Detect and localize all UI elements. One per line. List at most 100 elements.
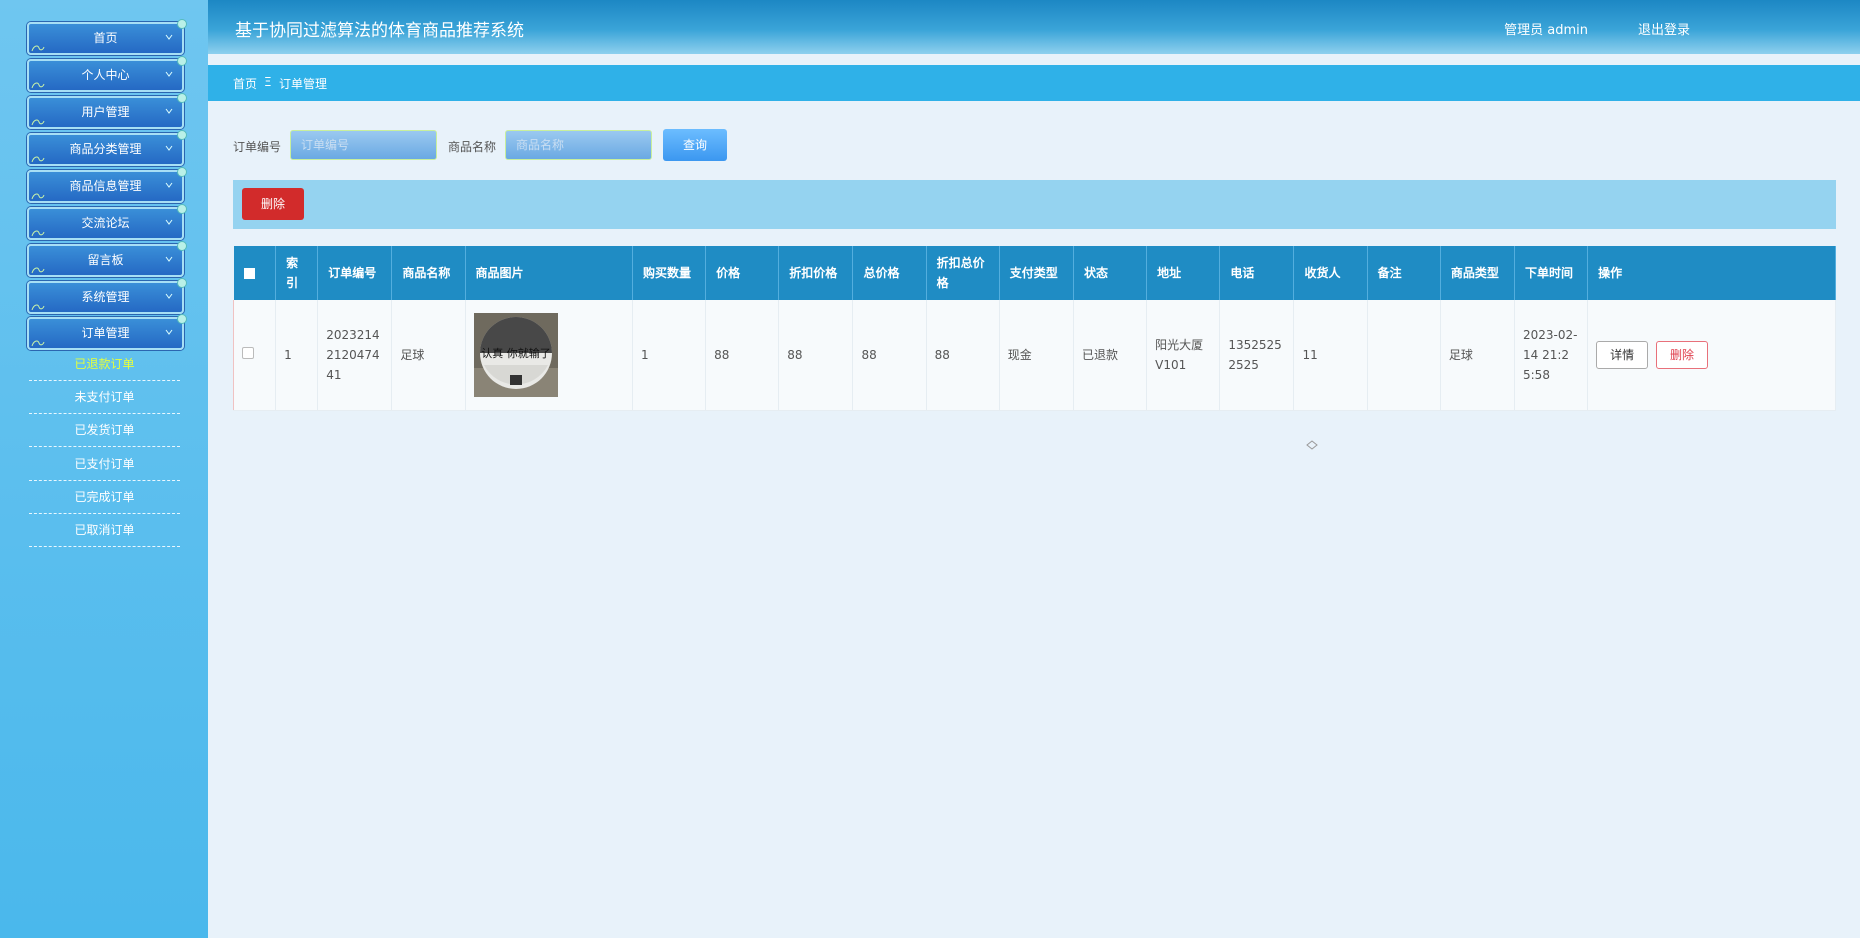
row-checkbox-cell [232, 300, 277, 411]
cell-remark [1367, 300, 1441, 411]
ornament-dot [177, 167, 187, 177]
ornament-dot [177, 241, 187, 251]
cell-category: 足球 [1440, 300, 1516, 411]
sidebar: 首页 个人中心 用户管理 商品分类管理 商品信息管理 交流论坛 留言板 系统管理… [0, 0, 208, 938]
cell-product: 足球 [391, 300, 466, 411]
checkbox-icon[interactable] [243, 268, 255, 279]
table-header-row: 索引 订单编号 商品名称 商品图片 购买数量 价格 折扣价格 总价格 折扣总价格… [233, 246, 1836, 300]
chevron-down-icon [165, 108, 173, 114]
ornament-dot [177, 314, 187, 324]
app-title: 基于协同过滤算法的体育商品推荐系统 [235, 21, 524, 41]
chevron-down-icon [165, 182, 173, 188]
cell-image: 认真 你就输了 [465, 300, 633, 411]
cell-actions: 详情 删除 [1587, 300, 1836, 411]
col-pay-type: 支付类型 [999, 246, 1074, 300]
cell-pay-type: 现金 [999, 300, 1074, 411]
chevron-down-icon [165, 256, 173, 262]
chevron-down-icon [165, 34, 173, 40]
order-number-input[interactable]: 订单编号 [290, 130, 437, 160]
col-total: 总价格 [852, 246, 927, 300]
menu-category-label: 商品分类管理 [69, 142, 142, 156]
cell-qty: 1 [632, 300, 707, 411]
cursor-icon [1306, 440, 1318, 450]
breadcrumb: 首页 Ξ 订单管理 [208, 65, 1860, 101]
submenu-completed-orders[interactable]: 已完成订单 [29, 481, 180, 514]
detail-button[interactable]: 详情 [1596, 341, 1649, 369]
menu-messages[interactable]: 留言板 [27, 241, 187, 277]
col-discount-total: 折扣总价格 [926, 246, 1000, 300]
ornament-dot [177, 278, 187, 288]
select-all-checkbox[interactable] [233, 246, 277, 300]
top-header: 基于协同过滤算法的体育商品推荐系统 管理员 admin 退出登录 [208, 0, 1860, 54]
cell-order-no: 2023214212047441 [317, 300, 393, 411]
order-number-label: 订单编号 [233, 140, 282, 154]
ornament-swirl-icon [31, 340, 45, 347]
col-receiver: 收货人 [1293, 246, 1368, 300]
cell-address: 阳光大厦V101 [1146, 300, 1221, 411]
ornament-swirl-icon [31, 82, 45, 89]
submenu-cancelled-orders[interactable]: 已取消订单 [29, 514, 180, 547]
menu-products-label: 商品信息管理 [69, 179, 142, 193]
col-remark: 备注 [1367, 246, 1441, 300]
row-checkbox[interactable] [242, 347, 254, 359]
menu-users[interactable]: 用户管理 [27, 93, 187, 129]
product-name-input[interactable]: 商品名称 [505, 130, 652, 160]
cell-phone: 13525252525 [1219, 300, 1295, 411]
col-time: 下单时间 [1514, 246, 1589, 300]
submenu-shipped-orders[interactable]: 已发货订单 [29, 414, 180, 447]
submenu-refunded-orders[interactable]: 已退款订单 [29, 348, 180, 381]
bulk-delete-button[interactable]: 删除 [242, 188, 304, 220]
menu-profile[interactable]: 个人中心 [27, 56, 187, 92]
ornament-dot [177, 204, 187, 214]
chevron-down-icon [165, 293, 173, 299]
menu-orders-label: 订单管理 [81, 326, 130, 340]
menu-users-label: 用户管理 [81, 105, 130, 119]
col-qty: 购买数量 [632, 246, 707, 300]
breadcrumb-separator: Ξ [264, 75, 272, 89]
ornament-swirl-icon [31, 267, 45, 274]
submenu-paid-orders[interactable]: 已支付订单 [29, 448, 180, 481]
admin-label: 管理员 admin [1504, 23, 1588, 38]
ornament-swirl-icon [31, 193, 45, 200]
cell-status: 已退款 [1073, 300, 1148, 411]
ornament-dot [177, 93, 187, 103]
menu-forum[interactable]: 交流论坛 [27, 204, 187, 240]
chevron-down-icon [165, 145, 173, 151]
query-button[interactable]: 查询 [663, 129, 727, 161]
menu-messages-label: 留言板 [87, 253, 124, 267]
col-index: 索引 [275, 246, 319, 300]
menu-products[interactable]: 商品信息管理 [27, 167, 187, 203]
cell-total: 88 [852, 300, 927, 411]
row-delete-button[interactable]: 删除 [1656, 341, 1708, 369]
cell-time: 2023-02-14 21:25:58 [1514, 300, 1589, 411]
orders-table: 索引 订单编号 商品名称 商品图片 购买数量 价格 折扣价格 总价格 折扣总价格… [232, 246, 1836, 411]
ornament-dot [177, 56, 187, 66]
ornament-swirl-icon [31, 156, 45, 163]
product-thumbnail[interactable]: 认真 你就输了 [473, 313, 558, 397]
col-phone: 电话 [1219, 246, 1295, 300]
breadcrumb-home[interactable]: 首页 [233, 75, 257, 92]
col-address: 地址 [1146, 246, 1221, 300]
ornament-swirl-icon [31, 230, 45, 237]
ornament-swirl-icon [31, 119, 45, 126]
menu-category[interactable]: 商品分类管理 [27, 130, 187, 166]
chevron-down-icon [165, 219, 173, 225]
menu-home[interactable]: 首页 [27, 19, 187, 55]
ornament-swirl-icon [31, 304, 45, 311]
cell-discount-price: 88 [778, 300, 854, 411]
menu-system[interactable]: 系统管理 [27, 278, 187, 314]
menu-orders[interactable]: 订单管理 [27, 314, 187, 350]
cell-receiver: 11 [1293, 300, 1368, 411]
col-image: 商品图片 [465, 246, 633, 300]
breadcrumb-current: 订单管理 [279, 77, 328, 91]
submenu-unpaid-orders[interactable]: 未支付订单 [29, 381, 180, 414]
col-category: 商品类型 [1440, 246, 1516, 300]
col-order-no: 订单编号 [317, 246, 393, 300]
cell-index: 1 [275, 300, 319, 411]
chevron-down-icon [165, 329, 173, 335]
col-actions: 操作 [1587, 246, 1836, 300]
logout-link[interactable]: 退出登录 [1638, 19, 1690, 38]
col-status: 状态 [1073, 246, 1148, 300]
menu-profile-label: 个人中心 [81, 68, 130, 82]
menu-home-label: 首页 [93, 31, 118, 45]
